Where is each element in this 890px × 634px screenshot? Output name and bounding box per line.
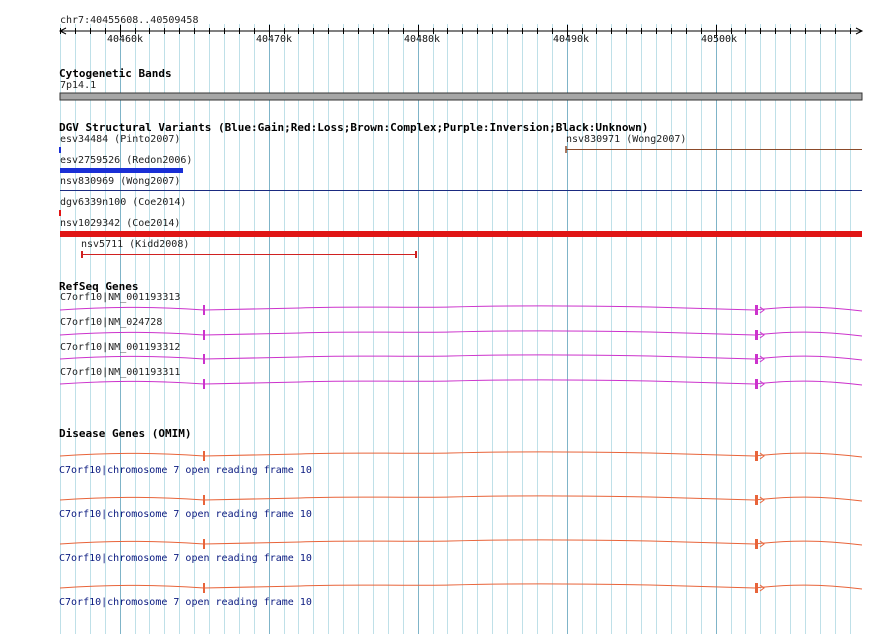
cytoband-bar[interactable] [59,92,863,101]
gene-label[interactable]: C7orf10|chromosome 7 open reading frame … [59,597,312,609]
cytoband-label: 7p14.1 [60,80,97,91]
refseq-gene-glyph[interactable] [59,354,863,364]
feature-dgv6339n100[interactable] [59,210,61,216]
feature-nsv1029342[interactable] [60,231,862,237]
ruler-tick-label: 40490k [552,34,590,45]
feature-label[interactable]: nsv830969 (Wong2007) [60,176,180,188]
refseq-gene-glyph[interactable] [59,330,863,340]
feature-label[interactable]: nsv5711 (Kidd2008) [81,239,189,251]
omim-gene-glyph[interactable] [59,583,863,593]
feature-esv34484[interactable] [59,147,61,153]
feature-label[interactable]: esv2759526 (Redon2006) [60,155,192,167]
ruler-tick-label: 40470k [255,34,293,45]
gene-label[interactable]: C7orf10|NM_001193311 [60,367,180,379]
omim-track-title[interactable]: Disease Genes (OMIM) [59,427,191,440]
gene-label[interactable]: C7orf10|chromosome 7 open reading frame … [59,465,312,477]
feature-label[interactable]: nsv1029342 (Coe2014) [60,218,180,230]
ruler-tick-label: 40460k [106,34,144,45]
feature-label[interactable]: nsv830971 (Wong2007) [566,134,686,146]
feature-label[interactable]: dgv6339n100 (Coe2014) [60,197,186,209]
ruler-tick-label: 40500k [700,34,738,45]
gene-label[interactable]: C7orf10|NM_001193313 [60,292,180,304]
ruler-tick-label: 40480k [403,34,441,45]
region-label: chr7:40455608..40509458 [60,15,199,26]
gene-label[interactable]: C7orf10|NM_024728 [60,317,162,329]
dgv-track-title[interactable]: DGV Structural Variants (Blue:Gain;Red:L… [59,121,648,134]
omim-gene-glyph[interactable] [59,495,863,505]
omim-gene-glyph[interactable] [59,451,863,461]
feature-esv2759526[interactable] [60,168,183,173]
feature-label[interactable]: esv34484 (Pinto2007) [60,134,180,146]
gene-label[interactable]: C7orf10|NM_001193312 [60,342,180,354]
gene-label[interactable]: C7orf10|chromosome 7 open reading frame … [59,509,312,521]
refseq-gene-glyph[interactable] [59,379,863,389]
refseq-gene-glyph[interactable] [59,305,863,315]
gene-label[interactable]: C7orf10|chromosome 7 open reading frame … [59,553,312,565]
omim-gene-glyph[interactable] [59,539,863,549]
cytoband-track-title[interactable]: Cytogenetic Bands [59,67,172,80]
